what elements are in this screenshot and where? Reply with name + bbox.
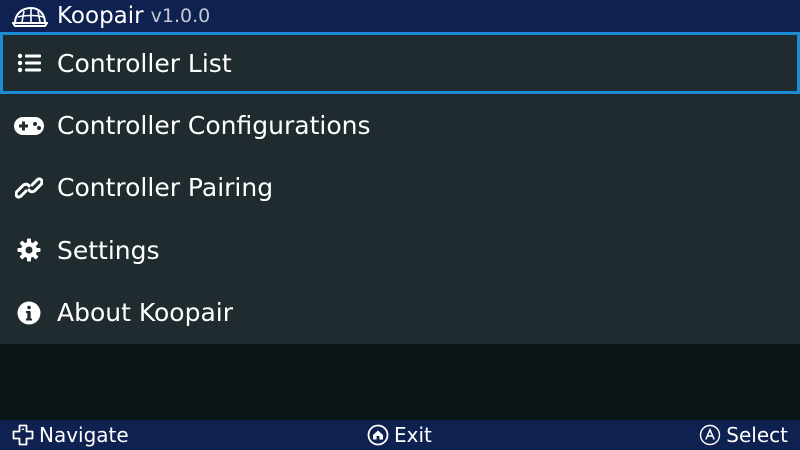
main-menu: Controller List Controller Configuration… bbox=[0, 32, 800, 344]
list-icon bbox=[14, 48, 44, 78]
exit-label: Exit bbox=[394, 423, 432, 447]
gear-icon bbox=[14, 235, 44, 265]
menu-item-label: Settings bbox=[57, 235, 160, 265]
menu-item-settings[interactable]: Settings bbox=[0, 219, 800, 281]
menu-item-label: About Koopair bbox=[57, 298, 234, 328]
menu-item-about-koopair[interactable]: About Koopair bbox=[0, 282, 800, 344]
app-title: Koopair bbox=[57, 3, 144, 29]
info-icon bbox=[14, 298, 44, 328]
link-icon bbox=[14, 173, 44, 203]
select-hint[interactable]: Select bbox=[699, 420, 788, 450]
navigate-hint: Navigate bbox=[12, 420, 129, 450]
menu-item-label: Controller Pairing bbox=[57, 173, 274, 203]
gamepad-icon bbox=[14, 111, 44, 141]
navigate-label: Navigate bbox=[39, 423, 129, 447]
menu-item-label: Controller Configurations bbox=[57, 111, 371, 141]
a-button-icon bbox=[699, 424, 721, 446]
select-label: Select bbox=[726, 423, 788, 447]
app-version: v1.0.0 bbox=[150, 5, 211, 27]
empty-area bbox=[0, 344, 800, 420]
button-hints-bar: Navigate Exit Select bbox=[0, 420, 800, 450]
menu-item-controller-list[interactable]: Controller List bbox=[0, 32, 800, 95]
dpad-icon bbox=[12, 424, 34, 446]
title-bar: Koopair v1.0.0 bbox=[0, 0, 800, 32]
home-button-icon bbox=[367, 424, 389, 446]
menu-item-label: Controller List bbox=[57, 48, 232, 78]
menu-item-controller-pairing[interactable]: Controller Pairing bbox=[0, 157, 800, 219]
koopair-app: Koopair v1.0.0 Controller List Controlle… bbox=[0, 0, 800, 450]
koopa-shell-icon bbox=[12, 4, 48, 28]
menu-item-controller-configurations[interactable]: Controller Configurations bbox=[0, 94, 800, 156]
exit-hint[interactable]: Exit bbox=[367, 420, 432, 450]
